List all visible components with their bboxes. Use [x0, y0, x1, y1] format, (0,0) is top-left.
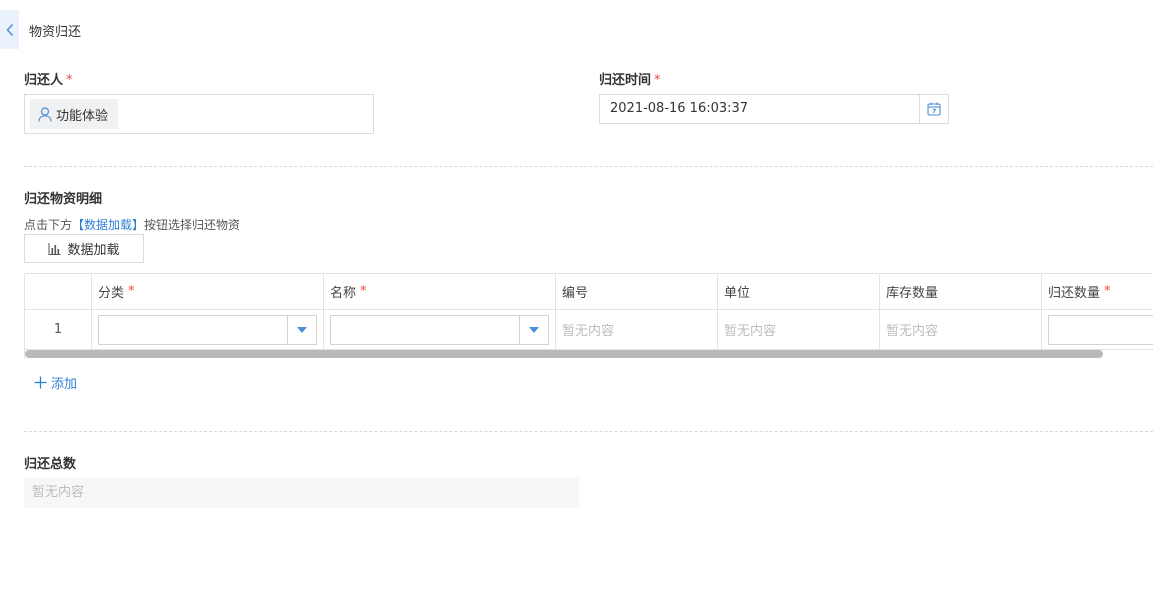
- required-mark: *: [128, 284, 135, 299]
- caret-down-icon: [297, 326, 307, 333]
- return-time-label-text: 归还时间: [599, 73, 652, 88]
- column-header-unit: 单位: [718, 274, 880, 310]
- column-header-code: 编号: [556, 274, 718, 310]
- section-divider: [24, 431, 1153, 432]
- user-icon: [38, 106, 52, 122]
- return-time-value[interactable]: 2021-08-16 16:03:37: [600, 95, 919, 123]
- bar-chart-icon: [48, 242, 61, 255]
- column-header-label: 归还数量: [1048, 286, 1101, 301]
- table-horizontal-scrollbar[interactable]: [25, 350, 1103, 358]
- add-row-button[interactable]: 添加: [34, 373, 77, 392]
- name-cell: [324, 310, 556, 350]
- back-button[interactable]: [0, 10, 19, 49]
- hint-prefix: 点击下方: [24, 218, 73, 232]
- column-header-label: 单位: [724, 286, 751, 301]
- name-select[interactable]: [330, 314, 549, 345]
- total-label: 归还总数: [24, 457, 77, 472]
- hint-link: 【数据加载】: [72, 218, 145, 232]
- column-header-index: [25, 274, 92, 310]
- return-time-field[interactable]: 2021-08-16 16:03:37: [599, 94, 949, 124]
- returner-name: 功能体验: [56, 108, 109, 124]
- caret-down-icon: [529, 326, 539, 333]
- unit-cell: 暂无内容: [718, 310, 880, 350]
- details-hint: 点击下方【数据加载】按钮选择归还物资: [24, 216, 240, 233]
- calendar-button[interactable]: [919, 95, 948, 123]
- calendar-icon: [927, 102, 941, 116]
- category-cell: [92, 310, 324, 350]
- column-header-return-qty: 归还数量 *: [1042, 274, 1153, 310]
- return-time-label: 归还时间 *: [599, 69, 661, 88]
- column-header-category: 分类 *: [92, 274, 324, 310]
- stock-cell: 暂无内容: [880, 310, 1042, 350]
- add-row-label: 添加: [51, 377, 78, 392]
- category-select[interactable]: [98, 314, 317, 345]
- details-section-title: 归还物资明细: [24, 192, 103, 207]
- code-cell: 暂无内容: [556, 310, 718, 350]
- plus-icon: [34, 376, 47, 389]
- returner-chip[interactable]: 功能体验: [30, 99, 119, 129]
- name-value: [331, 316, 519, 344]
- required-mark: *: [1104, 284, 1111, 299]
- category-dropdown-button[interactable]: [287, 315, 316, 344]
- data-load-button[interactable]: 数据加载: [24, 234, 144, 263]
- hint-suffix: 按钮选择归还物资: [144, 218, 241, 232]
- data-load-label: 数据加载: [67, 243, 120, 258]
- returner-label-text: 归还人: [24, 73, 64, 88]
- total-value: 暂无内容: [24, 478, 579, 508]
- table-header-row: 分类 * 名称 * 编号 单位 库存数量 归还数量 *: [25, 274, 1153, 310]
- return-qty-cell: [1042, 310, 1153, 350]
- return-qty-input[interactable]: [1048, 314, 1153, 345]
- column-header-label: 编号: [562, 286, 589, 301]
- category-value: [99, 316, 287, 344]
- column-header-stock: 库存数量: [880, 274, 1042, 310]
- column-header-label: 分类: [98, 286, 125, 301]
- returner-label: 归还人 *: [24, 69, 73, 88]
- name-dropdown-button[interactable]: [519, 315, 548, 344]
- required-mark: *: [654, 73, 661, 88]
- column-header-label: 库存数量: [886, 286, 939, 301]
- section-divider: [24, 166, 1153, 167]
- details-table: 分类 * 名称 * 编号 单位 库存数量 归还数量 * 1 暂无内容 暂无内容 …: [24, 273, 1153, 359]
- row-index: 1: [25, 310, 92, 350]
- page-title: 物资归还: [29, 25, 82, 40]
- returner-field[interactable]: 功能体验: [24, 94, 374, 134]
- chevron-left-icon: [5, 23, 13, 36]
- column-header-label: 名称: [330, 286, 357, 301]
- required-mark: *: [66, 73, 73, 88]
- table-row: 1 暂无内容 暂无内容 暂无内容: [25, 310, 1153, 350]
- column-header-name: 名称 *: [324, 274, 556, 310]
- required-mark: *: [360, 284, 367, 299]
